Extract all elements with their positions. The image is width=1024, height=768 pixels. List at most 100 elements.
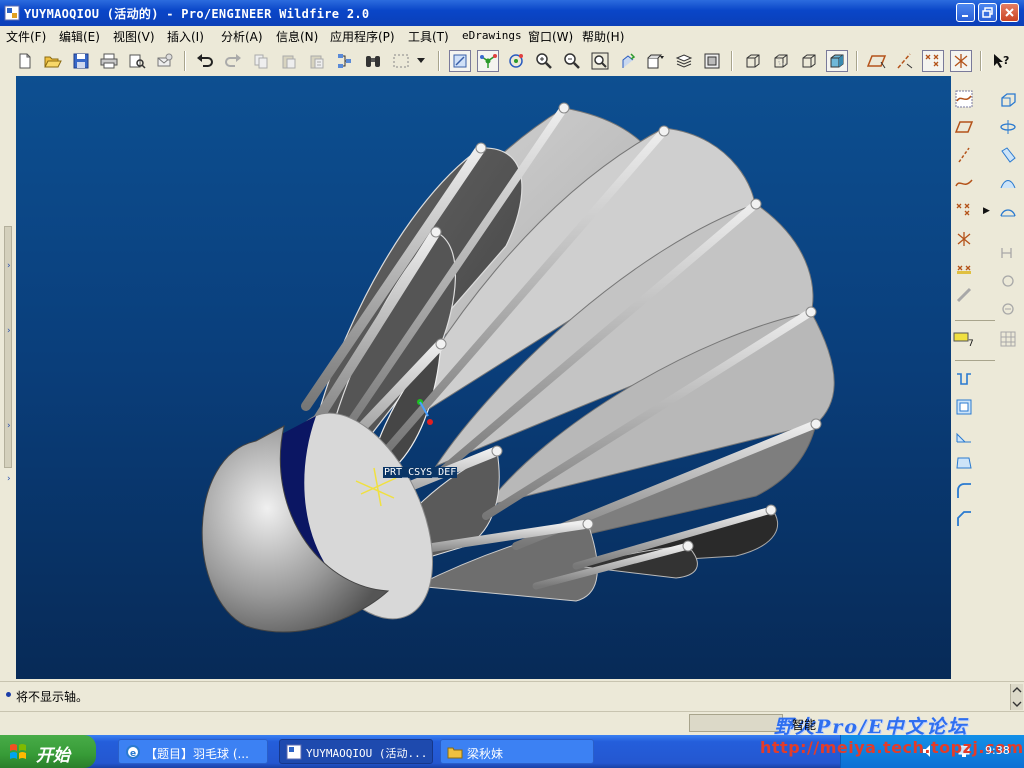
menu-info[interactable]: 信息(N) — [276, 28, 318, 45]
minimize-button[interactable] — [956, 3, 975, 22]
datum-analysis-tool-button[interactable] — [953, 256, 975, 278]
undo-icon — [197, 54, 213, 67]
pattern-disabled-button[interactable] — [997, 328, 1019, 350]
find-button[interactable] — [362, 50, 384, 72]
saved-views-button[interactable] — [645, 50, 667, 72]
graphics-window[interactable]: PRT_CSYS_DEF — [16, 76, 951, 679]
datum-curve-tool-button[interactable] — [953, 172, 975, 194]
helical-sweep-button[interactable] — [997, 270, 1019, 292]
open-folder-icon — [44, 56, 62, 68]
selection-dropdown[interactable] — [414, 50, 428, 72]
restore-button[interactable] — [978, 3, 997, 22]
variable-sweep-button[interactable] — [997, 242, 1019, 264]
refit-button[interactable] — [589, 50, 611, 72]
menu-analysis[interactable]: 分析(A) — [221, 28, 263, 45]
sketch-tool-button[interactable] — [953, 88, 975, 110]
print-button[interactable] — [98, 50, 120, 72]
taskbar-item-folder[interactable]: 梁秋妹 — [440, 739, 594, 764]
datum-points-toggle[interactable] — [922, 50, 944, 72]
datum-point-tool-button[interactable] — [953, 200, 975, 222]
view-mode-button[interactable] — [505, 50, 527, 72]
boundary-blend-button[interactable] — [997, 200, 1019, 222]
menu-edit[interactable]: 编辑(E) — [59, 28, 100, 45]
new-button[interactable] — [14, 50, 36, 72]
wireframe-cube-icon — [746, 54, 760, 68]
reorient-button[interactable] — [617, 50, 639, 72]
copy-icon — [254, 54, 268, 69]
hidden-line-button[interactable] — [770, 50, 792, 72]
menu-tools[interactable]: 工具(T) — [408, 28, 449, 45]
selection-filter[interactable]: 智能 — [792, 716, 816, 733]
chamfer-button[interactable] — [953, 508, 975, 530]
extrude-button[interactable] — [997, 88, 1019, 110]
annotation-tool-button[interactable]: 7 — [953, 328, 975, 350]
menu-help[interactable]: 帮助(H) — [582, 28, 624, 45]
expand-arrow-icon[interactable]: › — [7, 474, 11, 484]
main-toolbar: ? — [0, 46, 1024, 77]
context-help-button[interactable]: ? — [990, 50, 1012, 72]
paste-special-icon — [310, 55, 324, 69]
send-mail-button[interactable] — [154, 50, 176, 72]
paste-special-button[interactable] — [306, 50, 328, 72]
menu-bar: 文件(F) 编辑(E) 视图(V) 插入(I) 分析(A) 信息(N) 应用程序… — [0, 26, 1024, 46]
view-manager-button[interactable] — [701, 50, 723, 72]
binoculars-icon — [366, 56, 380, 67]
orient-mode-button[interactable] — [477, 50, 499, 72]
datum-planes-toggle[interactable] — [866, 50, 888, 72]
shuttlecock-model[interactable] — [16, 76, 951, 679]
draft-disabled-button[interactable] — [997, 298, 1019, 320]
taskbar-item-proe[interactable]: YUYMAOQIOU (活动... — [279, 739, 433, 764]
regenerate-button[interactable] — [334, 50, 356, 72]
wireframe-button[interactable] — [742, 50, 764, 72]
start-button[interactable]: 开始 — [0, 735, 96, 768]
no-hidden-button[interactable] — [798, 50, 820, 72]
shell-button[interactable] — [953, 396, 975, 418]
datum-axes-toggle[interactable] — [894, 50, 916, 72]
taskbar-item-browser[interactable]: e 【题目】羽毛球 (... — [118, 739, 268, 764]
save-button[interactable] — [70, 50, 92, 72]
repaint-button[interactable] — [449, 50, 471, 72]
rib-button[interactable] — [953, 424, 975, 446]
menu-edrawings[interactable]: eDrawings — [462, 29, 522, 42]
chevron-down-icon — [417, 58, 425, 63]
expand-arrow-icon[interactable]: › — [7, 261, 11, 271]
zoom-in-button[interactable] — [533, 50, 555, 72]
hole-button[interactable] — [953, 368, 975, 390]
feature-toolbar: ▶ 7 — [951, 76, 1024, 679]
toolbar-separator — [980, 51, 982, 71]
proe-app-icon — [4, 5, 20, 21]
disabled-feature-icon — [956, 287, 972, 303]
copy-button[interactable] — [250, 50, 272, 72]
datum-axis-tool-button[interactable] — [953, 144, 975, 166]
revolve-button[interactable] — [997, 116, 1019, 138]
shading-button[interactable] — [826, 50, 848, 72]
expand-arrow-icon[interactable]: › — [7, 421, 11, 431]
datum-plane-tool-button[interactable] — [953, 116, 975, 138]
repaint-icon — [453, 54, 467, 68]
inherit-tool-button[interactable] — [953, 284, 975, 306]
menu-insert[interactable]: 插入(I) — [167, 28, 204, 45]
print-preview-button[interactable] — [126, 50, 148, 72]
blend-button[interactable] — [997, 172, 1019, 194]
zoom-out-button[interactable] — [561, 50, 583, 72]
toolbar-separator — [438, 51, 440, 71]
expand-arrow-icon[interactable]: › — [7, 326, 11, 336]
coordinate-systems-toggle[interactable] — [950, 50, 972, 72]
undo-button[interactable] — [194, 50, 216, 72]
draft-button[interactable] — [953, 452, 975, 474]
sweep-button[interactable] — [997, 144, 1019, 166]
message-scrollbar[interactable] — [1010, 684, 1023, 710]
round-button[interactable] — [953, 480, 975, 502]
redo-button[interactable] — [222, 50, 244, 72]
layers-button[interactable] — [673, 50, 695, 72]
paste-button[interactable] — [278, 50, 300, 72]
close-button[interactable] — [1000, 3, 1019, 22]
menu-applications[interactable]: 应用程序(P) — [330, 28, 395, 45]
menu-view[interactable]: 视图(V) — [113, 28, 155, 45]
menu-file[interactable]: 文件(F) — [6, 28, 46, 45]
open-button[interactable] — [42, 50, 64, 72]
menu-window[interactable]: 窗口(W) — [528, 28, 573, 45]
flyout-arrow-icon[interactable]: ▶ — [983, 206, 990, 216]
selection-box-button[interactable] — [390, 50, 412, 72]
datum-csys-tool-button[interactable] — [953, 228, 975, 250]
